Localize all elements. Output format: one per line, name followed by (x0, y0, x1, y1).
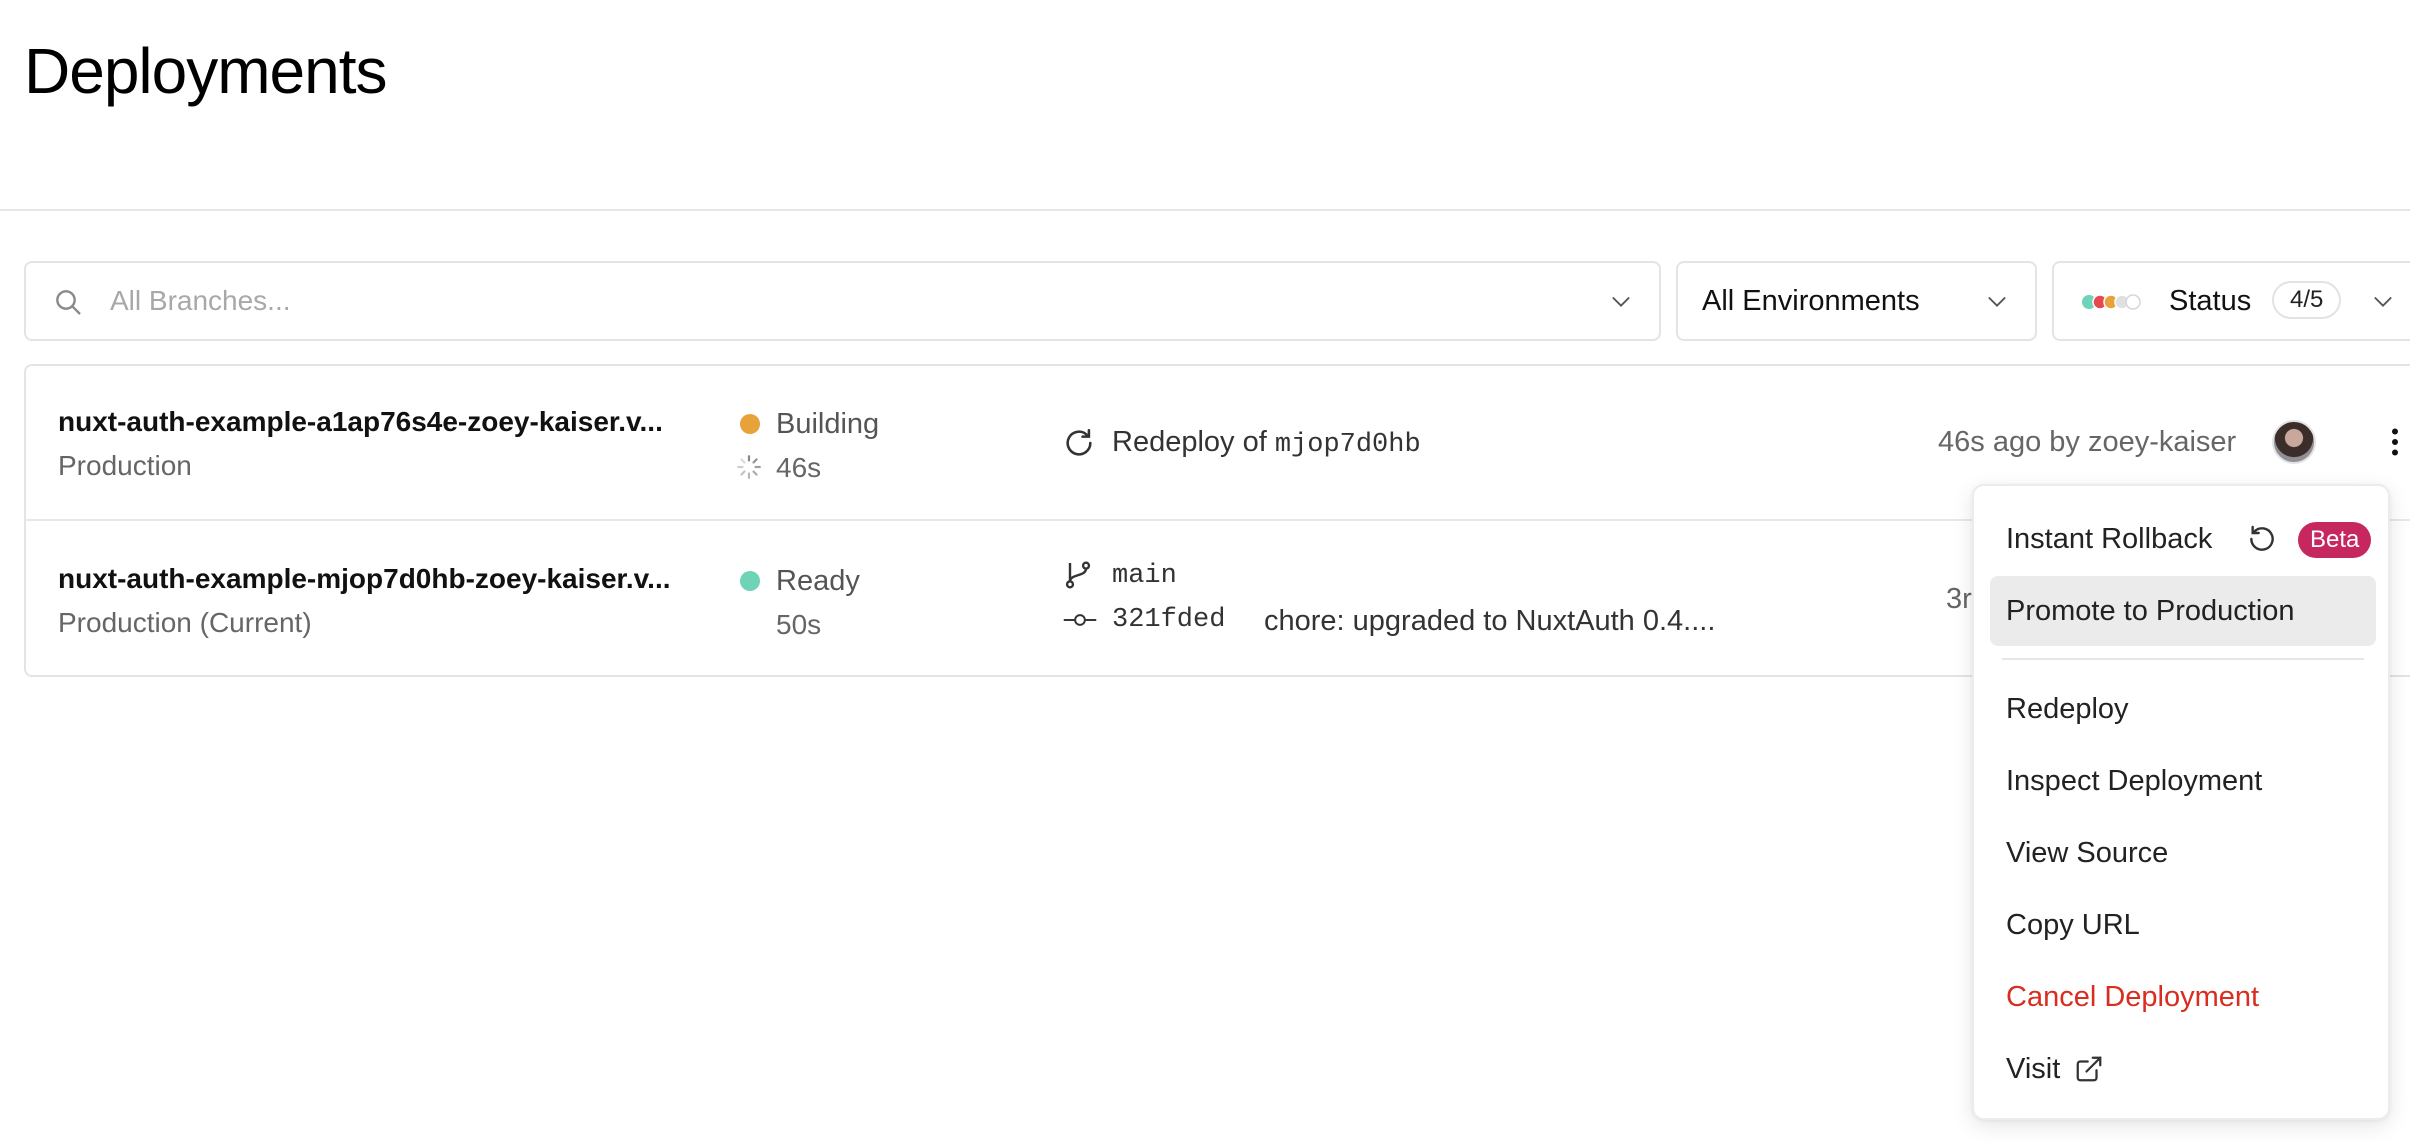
menu-item-label: View Source (2006, 837, 2169, 869)
deployment-age: 46s ago by zoey-kaiser (1938, 426, 2237, 458)
chevron-down-icon (2374, 296, 2392, 307)
deployment-status: Building (776, 408, 880, 440)
menu-item-label: Inspect Deployment (2006, 765, 2263, 797)
deployment-age: 3r (1946, 583, 1972, 615)
menu-divider (2002, 658, 2364, 660)
spinner-icon (737, 455, 761, 479)
menu-item-label: Instant Rollback (2006, 523, 2213, 555)
menu-item-label: Promote to Production (2006, 595, 2295, 627)
menu-item-view-source[interactable]: View Source (1990, 818, 2376, 888)
redeploy-icon (1066, 428, 1092, 456)
redeploy-source: Redeploy of mjop7d0hb (1112, 426, 1421, 460)
status-dot-canceled (2125, 294, 2141, 310)
rollback-icon (2250, 525, 2274, 551)
header-divider (0, 209, 2410, 211)
menu-item-label: Visit (2006, 1053, 2061, 1085)
deployment-environment: Production (58, 450, 192, 481)
menu-item-label: Cancel Deployment (2006, 981, 2260, 1013)
build-duration: 46s (776, 452, 822, 483)
deployment-status: Ready (776, 565, 860, 597)
git-branch-icon (1065, 561, 1091, 589)
environment-filter-label: All Environments (1702, 285, 1920, 317)
menu-item-copy-url[interactable]: Copy URL (1990, 890, 2376, 960)
chevron-down-icon (1988, 296, 2006, 307)
beta-badge: Beta (2298, 522, 2372, 558)
redeploy-prefix: Redeploy of (1112, 426, 1267, 458)
status-dots-icon (2082, 294, 2141, 310)
status-filter-label: Status (2169, 285, 2252, 317)
menu-item-redeploy[interactable]: Redeploy (1990, 674, 2376, 744)
menu-item-cancel-deployment[interactable]: Cancel Deployment (1990, 962, 2376, 1032)
branch-name[interactable]: main (1112, 561, 1177, 591)
menu-item-promote-to-production[interactable]: Promote to Production (1990, 576, 2376, 646)
branch-filter[interactable]: All Branches... (24, 261, 1661, 341)
status-filter[interactable]: Status 4/5 (2052, 261, 2410, 341)
redeploy-ref[interactable]: mjop7d0hb (1275, 430, 1421, 460)
more-options-icon[interactable] (2380, 424, 2410, 460)
status-dot (740, 414, 760, 434)
avatar[interactable] (2272, 420, 2316, 464)
menu-item-visit[interactable]: Visit (1990, 1034, 2376, 1104)
deployment-environment: Production (Current) (58, 607, 312, 638)
commit-message[interactable]: chore: upgraded to NuxtAuth 0.4.... (1264, 605, 1715, 638)
external-link-icon (2076, 1056, 2102, 1082)
deployment-url[interactable]: nuxt-auth-example-a1ap76s4e-zoey-kaiser.… (58, 406, 663, 438)
menu-item-instant-rollback[interactable]: Instant Rollback Beta (1990, 504, 2376, 574)
build-duration: 50s (776, 609, 822, 640)
chevron-down-icon (1612, 296, 1630, 307)
menu-item-label: Copy URL (2006, 909, 2140, 941)
deployment-context-menu: Instant Rollback Beta Promote to Product… (1972, 484, 2390, 1120)
commit-sha[interactable]: 321fded (1112, 605, 1225, 635)
deployment-url[interactable]: nuxt-auth-example-mjop7d0hb-zoey-kaiser.… (58, 563, 671, 595)
search-icon (56, 290, 81, 315)
status-dot (740, 571, 760, 591)
menu-item-label: Redeploy (2006, 693, 2129, 725)
menu-item-inspect-deployment[interactable]: Inspect Deployment (1990, 746, 2376, 816)
git-commit-icon (1063, 614, 1097, 626)
status-count-badge: 4/5 (2272, 281, 2342, 319)
page-title: Deployments (24, 35, 387, 107)
environment-filter[interactable]: All Environments (1676, 261, 2037, 341)
branch-search-placeholder: All Branches... (110, 285, 291, 316)
